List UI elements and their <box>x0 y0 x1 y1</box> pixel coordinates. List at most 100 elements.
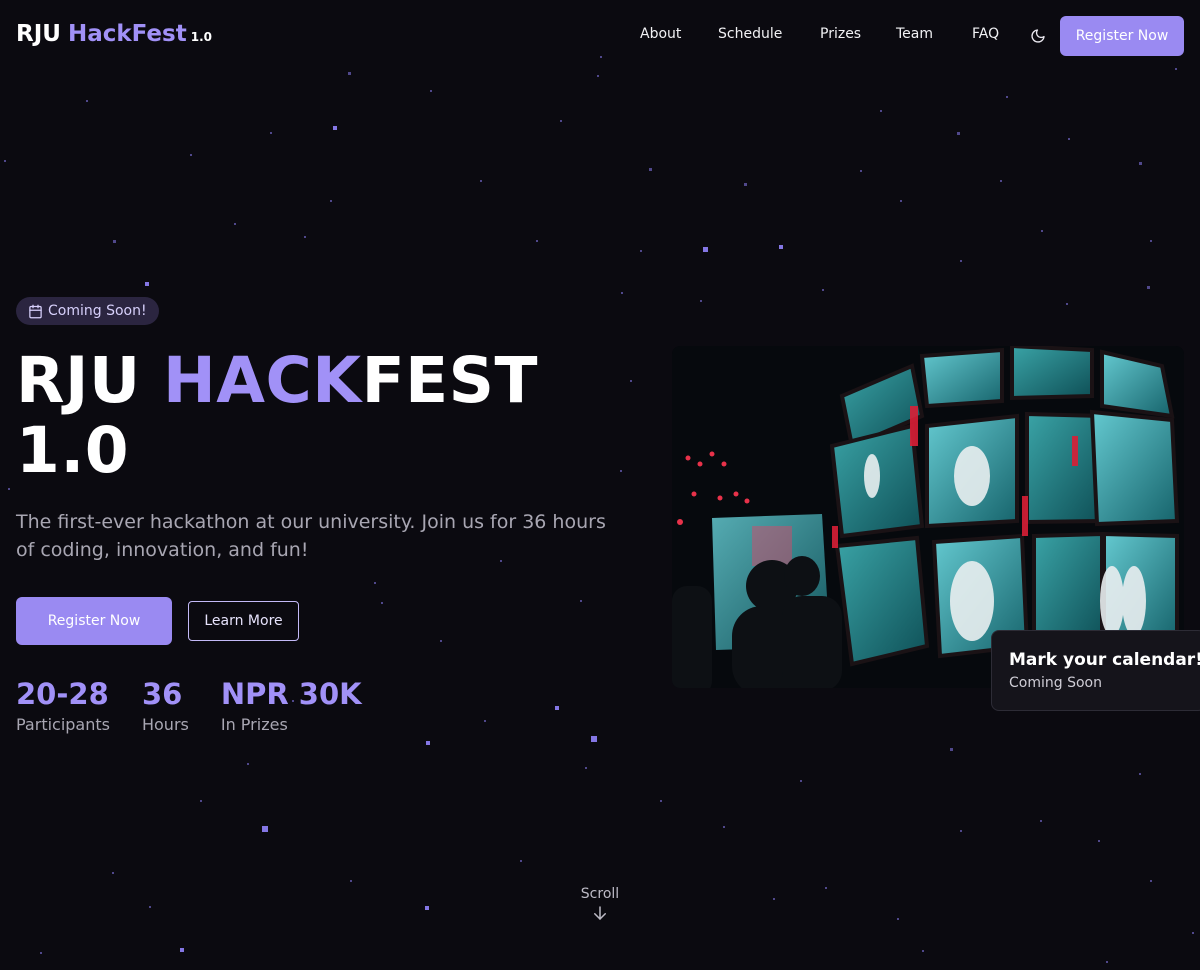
star-dot <box>950 748 953 751</box>
star-dot <box>825 887 827 889</box>
star-dot <box>560 120 562 122</box>
stat-hours: 36 Hours <box>142 676 189 736</box>
callout-subtitle: Coming Soon <box>1009 675 1102 691</box>
star-dot <box>536 240 538 242</box>
register-button[interactable]: Register Now <box>16 597 172 645</box>
star-dot <box>484 720 486 722</box>
star-dot <box>1041 230 1043 232</box>
star-dot <box>960 260 962 262</box>
star-dot <box>350 880 352 882</box>
title-part2: FEST <box>361 344 539 417</box>
star-dot <box>860 170 862 172</box>
calendar-callout: Mark your calendar! Coming Soon <box>991 630 1200 711</box>
star-dot <box>86 100 88 102</box>
star-dot <box>1139 162 1142 165</box>
star-dot <box>822 289 824 291</box>
star-dot <box>640 250 642 252</box>
nav-link-about[interactable]: About <box>640 26 682 42</box>
star-dot <box>744 183 747 186</box>
star-dot <box>520 860 522 862</box>
moon-icon <box>1031 29 1045 43</box>
star-dot <box>591 736 597 742</box>
callout-title: Mark your calendar! <box>1009 650 1200 670</box>
star-dot <box>880 110 882 112</box>
navbar: RJU HackFest 1.0 About Schedule Prizes T… <box>0 0 1200 72</box>
star-dot <box>649 168 652 171</box>
star-dot <box>660 800 662 802</box>
star-dot <box>247 763 249 765</box>
title-highlight: HACK <box>163 344 362 417</box>
star-dot <box>8 488 10 490</box>
star-dot <box>1098 840 1100 842</box>
stat-label: Hours <box>141 715 189 734</box>
star-dot <box>262 826 268 832</box>
stats-row: 20-28 Participants 36 Hours NPR 30K In P… <box>16 676 394 736</box>
star-dot <box>145 282 149 286</box>
nav-register-button[interactable]: Register Now <box>1060 16 1184 56</box>
arrow-down-icon <box>560 904 640 926</box>
star-dot <box>200 800 202 802</box>
stat-label: Participants <box>16 715 110 734</box>
star-dot <box>897 918 899 920</box>
stat-value: 36 <box>141 677 183 711</box>
star-dot <box>149 906 151 908</box>
star-dot <box>555 706 559 710</box>
star-dot <box>621 292 623 294</box>
nav-link-team[interactable]: Team <box>896 26 936 42</box>
hero-subtitle: The first-ever hackathon at our universi… <box>16 511 606 561</box>
star-dot <box>440 640 442 642</box>
calendar-icon <box>29 304 42 318</box>
star-dot <box>779 245 783 249</box>
scroll-indicator[interactable]: Scroll <box>560 886 640 926</box>
star-dot <box>1139 773 1141 775</box>
nav-link-schedule[interactable]: Schedule <box>718 26 784 42</box>
star-dot <box>426 741 430 745</box>
nav-link-prizes[interactable]: Prizes <box>820 26 861 42</box>
star-dot <box>348 72 351 75</box>
learn-more-button[interactable]: Learn More <box>188 601 299 641</box>
star-dot <box>1150 240 1152 242</box>
star-dot <box>234 223 236 225</box>
theme-toggle-button[interactable] <box>1026 24 1050 48</box>
star-dot <box>1040 820 1042 822</box>
star-dot <box>180 948 184 952</box>
stat-value: 20-28 <box>16 677 109 711</box>
star-dot <box>922 950 924 952</box>
star-dot <box>585 767 587 769</box>
brand-name-part1: RJU <box>16 21 61 47</box>
star-dot <box>40 952 42 954</box>
star-dot <box>304 236 306 238</box>
star-dot <box>960 830 962 832</box>
stat-value: NPR 30K <box>220 677 362 711</box>
star-dot <box>1192 932 1194 934</box>
hero-title: RJU HACKFEST 1.0 <box>16 346 636 486</box>
star-dot <box>900 200 902 202</box>
star-dot <box>374 582 376 584</box>
stat-prizes: NPR 30K In Prizes <box>221 676 362 736</box>
star-dot <box>580 600 582 602</box>
badge-label: Coming Soon! <box>48 303 147 319</box>
star-dot <box>330 200 332 202</box>
star-dot <box>480 180 482 182</box>
scroll-label: Scroll <box>580 886 620 902</box>
star-dot <box>700 300 702 302</box>
star-dot <box>723 826 725 828</box>
title-line2: 1.0 <box>16 414 130 487</box>
star-dot <box>4 160 6 162</box>
star-dot <box>190 154 192 156</box>
brand-name-part2: HackFest <box>67 21 187 47</box>
star-dot <box>597 75 599 77</box>
star-dot <box>773 898 775 900</box>
star-dot <box>113 240 116 243</box>
star-dot <box>425 906 429 910</box>
star-dot <box>1066 303 1068 305</box>
star-dot <box>1106 961 1108 963</box>
star-dot <box>270 132 272 134</box>
stat-label: In Prizes <box>220 715 288 734</box>
nav-link-faq[interactable]: FAQ <box>972 26 1000 42</box>
star-dot <box>381 602 383 604</box>
star-dot <box>800 780 802 782</box>
status-badge: Coming Soon! <box>16 297 159 325</box>
brand-logo[interactable]: RJU HackFest 1.0 <box>16 21 212 53</box>
star-dot <box>1000 180 1002 182</box>
